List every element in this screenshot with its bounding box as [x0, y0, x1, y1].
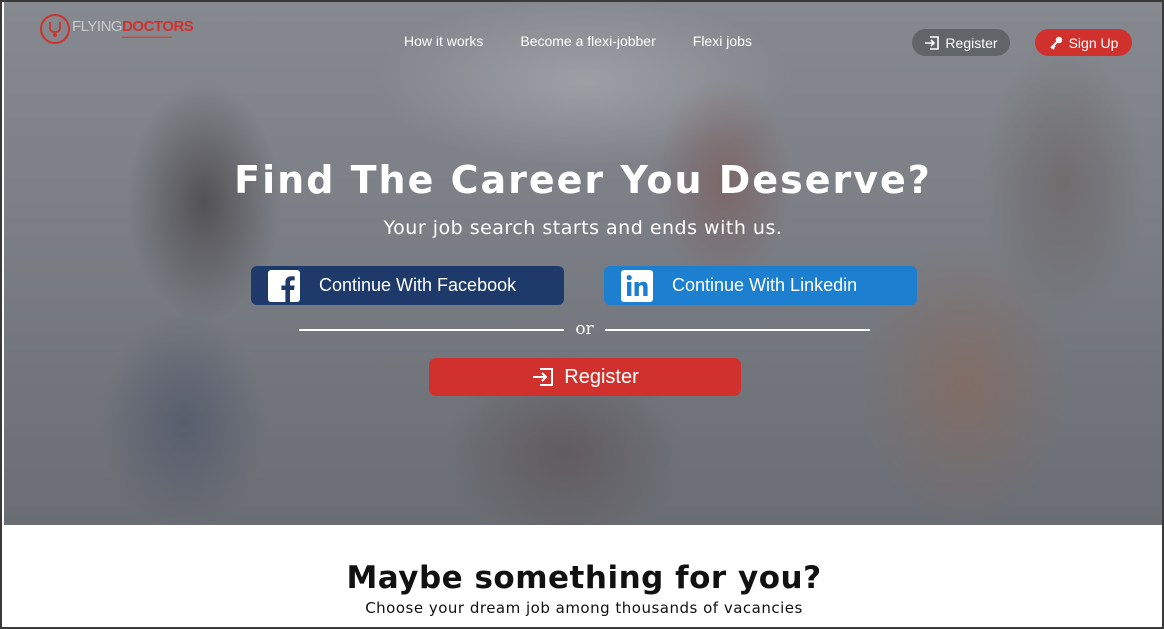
continue-with-linkedin-button[interactable]: Continue With Linkedin: [604, 266, 917, 305]
sign-in-icon: [925, 35, 940, 50]
section-title: Maybe something for you?: [346, 560, 822, 596]
sign-in-icon: [533, 368, 554, 386]
facebook-icon: [268, 269, 300, 302]
hero-title: Find The Career You Deserve?: [234, 158, 932, 202]
key-icon: [1049, 36, 1062, 50]
continue-with-facebook-button[interactable]: Continue With Facebook: [251, 266, 564, 305]
logo-name: FLYINGDOCTORS: [72, 17, 194, 35]
site-logo[interactable]: FLYINGDOCTORS ▬▬▬▬▬▬▬▬▬▬: [40, 14, 194, 44]
hero-subtitle: Your job search starts and ends with us.: [383, 217, 783, 239]
logo-tagline: ▬▬▬▬▬▬▬▬▬▬: [122, 33, 172, 40]
divider-left: [299, 329, 564, 331]
divider-right: [605, 329, 870, 331]
stethoscope-icon: [49, 22, 61, 37]
logo-mark-icon: [40, 14, 70, 44]
main-nav: How it works Become a flexi-jobber Flexi…: [404, 33, 752, 49]
register-button[interactable]: Register: [429, 358, 741, 396]
linkedin-icon: [621, 269, 653, 302]
nav-become-flexi-jobber[interactable]: Become a flexi-jobber: [520, 33, 655, 49]
header-register-button[interactable]: Register: [912, 29, 1010, 56]
nav-how-it-works[interactable]: How it works: [404, 33, 483, 49]
nav-flexi-jobs[interactable]: Flexi jobs: [693, 33, 752, 49]
header-signup-button[interactable]: Sign Up: [1035, 29, 1132, 56]
browser-frame: FLYINGDOCTORS ▬▬▬▬▬▬▬▬▬▬ How it works Be…: [0, 0, 1164, 629]
hero-banner: FLYINGDOCTORS ▬▬▬▬▬▬▬▬▬▬ How it works Be…: [4, 2, 1162, 525]
section-subtitle: Choose your dream job among thousands of…: [365, 599, 803, 617]
or-separator: or: [575, 319, 594, 339]
